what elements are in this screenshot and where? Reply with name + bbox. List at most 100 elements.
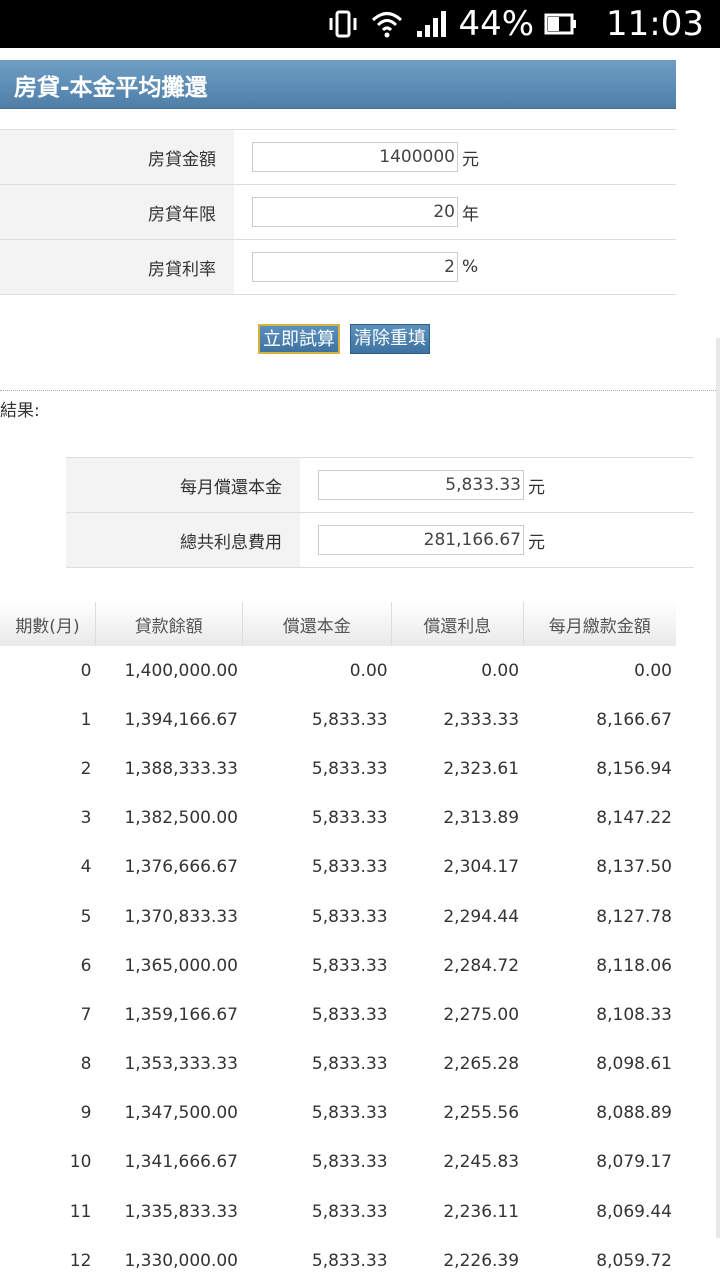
cell-monthly-payment: 8,108.33 [596, 1004, 672, 1025]
cell-period: 6 [80, 955, 92, 976]
form-row-rate: 房貸利率 2% [0, 239, 676, 295]
table-row: 8 1,353,333.33 5,833.33 2,265.28 8,098.61 [0, 1040, 676, 1089]
header-monthly-payment: 每月繳款金額 [523, 602, 676, 646]
cell-balance: 1,388,333.33 [124, 758, 238, 779]
cell-period: 0 [80, 660, 92, 681]
loan-years-label: 房貸年限 [0, 184, 234, 240]
clock: 11:03 [606, 4, 704, 44]
cell-monthly-payment: 8,069.44 [596, 1201, 672, 1222]
header-interest: 償還利息 [391, 602, 524, 646]
cell-monthly-payment: 8,156.94 [596, 758, 672, 779]
cell-period: 7 [80, 1004, 92, 1025]
cell-interest: 2,226.39 [443, 1250, 520, 1271]
cell-balance: 1,365,000.00 [124, 955, 238, 976]
cell-interest: 2,265.28 [443, 1054, 520, 1075]
wifi-icon [372, 12, 403, 38]
cell-balance: 1,376,666.67 [124, 857, 238, 878]
table-row: 6 1,365,000.00 5,833.33 2,284.72 8,118.06 [0, 941, 676, 990]
result-heading: 結果: [0, 401, 40, 421]
cell-balance: 1,330,000.00 [124, 1250, 238, 1271]
form-row-amount: 房貸金額 1400000 元 [0, 129, 676, 185]
title-bar: 房貸-本金平均攤還 [0, 60, 676, 109]
schedule-header-row: 期數(月) 貸款餘額 償還本金 償還利息 每月繳款金額 [0, 602, 676, 646]
loan-rate-unit: % [462, 257, 479, 277]
cell-monthly-payment: 8,118.06 [596, 955, 672, 976]
cell-principal: 5,833.33 [311, 1152, 388, 1173]
cell-period: 2 [80, 758, 92, 779]
cell-interest: 2,255.56 [443, 1103, 520, 1124]
loan-years-unit: 年 [462, 204, 479, 225]
loan-amount-unit: 元 [462, 149, 479, 170]
cell-interest: 2,333.33 [443, 709, 520, 730]
cell-balance: 1,341,666.67 [124, 1152, 238, 1173]
loan-amount-input[interactable]: 1400000 [252, 142, 458, 172]
cell-monthly-payment: 8,088.89 [596, 1103, 672, 1124]
total-interest-unit: 元 [528, 532, 545, 553]
cell-balance: 1,347,500.00 [124, 1103, 238, 1124]
cell-period: 9 [80, 1103, 92, 1124]
cell-interest: 2,275.00 [443, 1004, 520, 1025]
cell-period: 3 [80, 808, 92, 829]
cell-period: 5 [80, 906, 92, 927]
status-bar: 44% 11:03 [0, 0, 720, 48]
cell-balance: 1,394,166.67 [124, 709, 238, 730]
cell-principal: 5,833.33 [311, 906, 388, 927]
clear-button[interactable]: 清除重填 [350, 324, 430, 354]
cell-period: 8 [80, 1054, 92, 1075]
cell-period: 12 [69, 1250, 92, 1271]
cell-monthly-payment: 8,137.50 [596, 857, 672, 878]
cell-period: 1 [80, 709, 92, 730]
cell-balance: 1,335,833.33 [124, 1201, 238, 1222]
divider [0, 390, 720, 391]
loan-years-input[interactable]: 20 [252, 197, 458, 227]
cell-principal: 5,833.33 [311, 808, 388, 829]
cell-monthly-payment: 8,059.72 [596, 1250, 672, 1271]
cell-interest: 2,313.89 [443, 808, 520, 829]
cell-principal: 5,833.33 [311, 857, 388, 878]
table-row: 4 1,376,666.67 5,833.33 2,304.17 8,137.50 [0, 843, 676, 892]
cell-monthly-payment: 8,079.17 [596, 1152, 672, 1173]
result-row-interest: 總共利息費用 281,166.67 元 [66, 512, 694, 568]
repayment-schedule-table: 期數(月) 貸款餘額 償還本金 償還利息 每月繳款金額 0 1,400,000.0… [0, 602, 676, 1280]
vibrate-icon [329, 10, 357, 38]
cell-interest: 2,304.17 [443, 857, 520, 878]
table-row: 10 1,341,666.67 5,833.33 2,245.83 8,079.17 [0, 1138, 676, 1187]
cell-balance: 1,359,166.67 [124, 1004, 238, 1025]
page-title: 房貸-本金平均攤還 [14, 75, 208, 101]
cell-period: 4 [80, 857, 92, 878]
monthly-principal-value: 5,833.33 [318, 470, 524, 500]
calculate-button[interactable]: 立即試算 [258, 324, 340, 354]
cell-principal: 0.00 [349, 660, 388, 681]
cell-interest: 2,323.61 [443, 758, 520, 779]
battery-percentage: 44% [458, 4, 535, 44]
header-period: 期數(月) [0, 602, 96, 646]
total-interest-label: 總共利息費用 [66, 512, 300, 568]
table-row: 9 1,347,500.00 5,833.33 2,255.56 8,088.89 [0, 1089, 676, 1138]
header-balance: 貸款餘額 [95, 602, 243, 646]
cell-monthly-payment: 8,127.78 [596, 906, 672, 927]
cell-balance: 1,370,833.33 [124, 906, 238, 927]
signal-icon [417, 11, 447, 37]
result-row-principal: 每月償還本金 5,833.33 元 [66, 457, 694, 513]
cell-balance: 1,353,333.33 [124, 1054, 238, 1075]
monthly-principal-unit: 元 [528, 477, 545, 498]
cell-principal: 5,833.33 [311, 1103, 388, 1124]
table-row: 0 1,400,000.00 0.00 0.00 0.00 [0, 646, 676, 695]
cell-period: 11 [69, 1201, 92, 1222]
result-table: 每月償還本金 5,833.33 元 總共利息費用 281,166.67 元 [66, 457, 694, 568]
cell-principal: 5,833.33 [311, 1004, 388, 1025]
cell-interest: 2,236.11 [443, 1201, 520, 1222]
cell-balance: 1,382,500.00 [124, 808, 238, 829]
cell-principal: 5,833.33 [311, 955, 388, 976]
table-row: 12 1,330,000.00 5,833.33 2,226.39 8,059.72 [0, 1236, 676, 1280]
header-principal: 償還本金 [242, 602, 393, 646]
table-row: 7 1,359,166.67 5,833.33 2,275.00 8,108.33 [0, 990, 676, 1039]
cell-interest: 2,284.72 [443, 955, 520, 976]
loan-rate-input[interactable]: 2 [252, 252, 458, 282]
cell-interest: 2,294.44 [443, 906, 520, 927]
loan-rate-label: 房貸利率 [0, 239, 234, 295]
cell-monthly-payment: 8,147.22 [596, 808, 672, 829]
cell-monthly-payment: 0.00 [634, 660, 672, 681]
loan-amount-label: 房貸金額 [0, 129, 234, 185]
schedule-body: 0 1,400,000.00 0.00 0.00 0.00 1 1,394,166.67 5,… [0, 646, 676, 1280]
